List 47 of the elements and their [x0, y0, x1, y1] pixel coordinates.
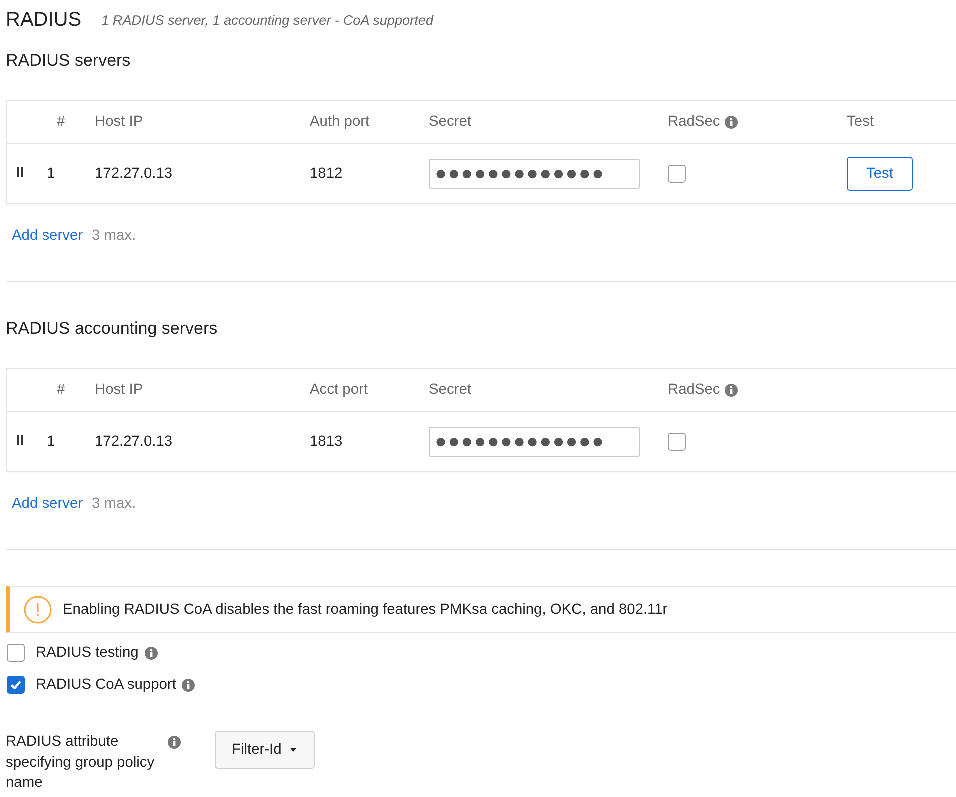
column-header: Secret — [429, 382, 472, 398]
column-header: Host IP — [95, 114, 144, 130]
column-header: # — [57, 114, 66, 130]
add-server-link[interactable]: Add server — [12, 228, 84, 244]
table-cell: 1813 — [310, 434, 343, 450]
warning-text: Enabling RADIUS CoA disables the fast roaming features PMKsa caching, OKC, and 802.11r — [63, 602, 668, 618]
column-header: Secret — [429, 114, 472, 130]
table-cell: 172.27.0.13 — [95, 434, 173, 450]
checkbox[interactable] — [7, 676, 25, 694]
table-cell: 1 — [47, 434, 56, 450]
column-header: Auth port — [310, 114, 370, 130]
info-icon[interactable] — [182, 678, 196, 692]
secret-field[interactable]: ●●●●●●●●●●●●● — [429, 158, 640, 188]
column-header: Test — [847, 114, 874, 130]
field-label: RADIUS attribute specifying group policy name — [6, 733, 156, 793]
limit-note: 3 max. — [92, 228, 136, 244]
table-cell: 1 — [47, 166, 56, 182]
table-cell: 1812 — [310, 166, 343, 182]
section-heading: RADIUS accounting servers — [6, 318, 219, 340]
checkbox-label[interactable]: RADIUS testing — [36, 645, 139, 661]
caret-icon — [290, 748, 297, 752]
warning-icon — [24, 596, 52, 624]
column-header: RadSec — [668, 382, 720, 398]
drag-handle-icon[interactable] — [17, 435, 23, 445]
column-header: Acct port — [310, 382, 368, 398]
checkbox[interactable] — [668, 164, 686, 182]
checkbox[interactable] — [668, 432, 686, 450]
drag-handle-icon[interactable] — [17, 167, 23, 177]
column-header: Host IP — [95, 382, 144, 398]
checkbox-label[interactable]: RADIUS CoA support — [36, 677, 176, 693]
section-heading: RADIUS servers — [6, 50, 132, 72]
column-header: # — [57, 382, 66, 398]
info-icon[interactable] — [725, 384, 738, 396]
add-server-link[interactable]: Add server — [12, 496, 84, 512]
test-button[interactable]: Test — [847, 156, 913, 190]
column-header: RadSec — [668, 114, 720, 130]
info-icon[interactable] — [144, 646, 158, 660]
secret-field[interactable]: ●●●●●●●●●●●●● — [429, 426, 640, 456]
info-icon[interactable] — [725, 116, 738, 128]
dropdown-button[interactable]: Filter-Id — [215, 731, 315, 769]
checkbox[interactable] — [7, 644, 25, 662]
page-summary: 1 RADIUS server, 1 accounting server - CoA supported — [102, 12, 434, 28]
table-cell: 172.27.0.13 — [95, 166, 173, 182]
checkmark-icon — [11, 681, 21, 689]
limit-note: 3 max. — [92, 496, 136, 512]
info-icon[interactable] — [168, 736, 181, 749]
page-title: RADIUS — [6, 8, 82, 32]
